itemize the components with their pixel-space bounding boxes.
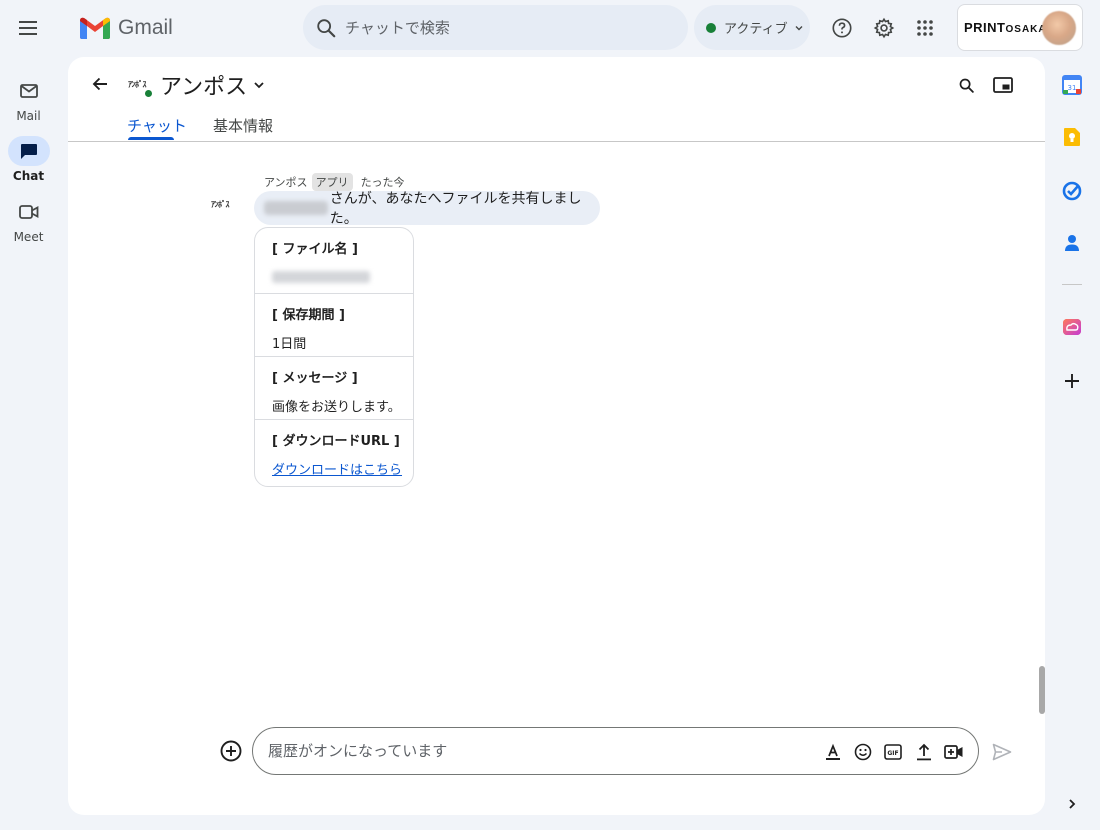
format-text-button[interactable] xyxy=(821,740,845,764)
tasks-icon xyxy=(1062,181,1082,201)
rail-item-chat[interactable]: Chat xyxy=(0,136,57,183)
gmail-m-icon xyxy=(80,17,110,39)
rail-item-meet[interactable]: Meet xyxy=(0,197,57,244)
top-bar: Gmail アクティブ PRINTOSAKA xyxy=(0,0,1100,56)
meet-icon xyxy=(8,197,50,227)
hamburger-icon xyxy=(19,21,37,35)
gmail-logo[interactable]: Gmail xyxy=(80,12,173,44)
message-text: さんが、あなたへファイルを共有しました。 xyxy=(329,191,582,227)
tasks-button[interactable] xyxy=(1060,179,1084,203)
search-in-space-button[interactable] xyxy=(952,71,980,99)
card-section-message: [ メッセージ ] 画像をお送りします。 xyxy=(255,356,413,419)
redacted-filename xyxy=(272,271,370,283)
download-link[interactable]: ダウンロードはこちら xyxy=(272,463,402,478)
card-value-retention: 1日間 xyxy=(272,337,307,352)
send-icon xyxy=(992,743,1012,761)
message-composer[interactable]: GIF xyxy=(252,727,979,775)
keep-icon xyxy=(1064,128,1080,146)
chevron-down-icon xyxy=(795,25,803,30)
gif-icon: GIF xyxy=(884,744,902,760)
status-label: アクティブ xyxy=(724,22,788,37)
plus-icon xyxy=(1065,374,1079,388)
scrollbar-thumb[interactable] xyxy=(1039,666,1045,714)
chevron-down-icon xyxy=(254,82,264,89)
add-plus-circle-icon[interactable] xyxy=(219,739,243,763)
help-button[interactable] xyxy=(826,12,858,44)
rail-label-mail: Mail xyxy=(16,109,41,123)
video-meeting-button[interactable] xyxy=(942,740,966,764)
avatar[interactable] xyxy=(1042,11,1076,45)
keep-button[interactable] xyxy=(1060,125,1084,149)
rail-label-chat: Chat xyxy=(12,169,45,183)
search-icon[interactable] xyxy=(315,17,337,39)
card-section-retention: [ 保存期間 ] 1日間 xyxy=(255,293,413,356)
card-section-download: [ ダウンロードURL ] ダウンロードはこちら xyxy=(255,419,413,485)
account-switcher[interactable]: PRINTOSAKA xyxy=(957,4,1083,51)
apps-button[interactable] xyxy=(909,12,941,44)
chat-panel: ｱﾝﾎﾟｽ アンポス チャット 基本情報 ｱﾝﾎﾟｽ アンポス アプリ たった今… xyxy=(68,57,1045,815)
file-share-card: [ ファイル名 ] [ 保存期間 ] 1日間 [ メッセージ ] 画像をお送りし… xyxy=(254,227,414,487)
tab-chat[interactable]: チャット xyxy=(127,115,187,136)
search-input[interactable] xyxy=(345,18,645,37)
message-input[interactable] xyxy=(268,742,808,760)
apps-grid-icon xyxy=(917,20,933,36)
card-title-filename: [ ファイル名 ] xyxy=(272,242,358,257)
arrow-left-icon xyxy=(92,77,107,91)
search-bar[interactable] xyxy=(303,5,688,50)
side-panel-divider xyxy=(1062,284,1082,285)
space-header: ｱﾝﾎﾟｽ アンポス チャット 基本情報 xyxy=(68,57,1045,142)
send-button[interactable] xyxy=(989,739,1015,765)
space-name: アンポス xyxy=(160,75,248,100)
get-addons-button[interactable] xyxy=(1060,369,1084,393)
active-tab-indicator xyxy=(128,137,174,140)
online-indicator xyxy=(144,89,153,98)
back-button[interactable] xyxy=(86,70,114,98)
addon-button[interactable] xyxy=(1060,315,1084,339)
format-text-icon xyxy=(826,743,840,760)
status-dot xyxy=(706,22,716,33)
settings-button[interactable] xyxy=(868,12,900,44)
right-side-panel: 31 xyxy=(1052,56,1092,816)
creative-cloud-icon xyxy=(1063,319,1081,335)
space-logo: ｱﾝﾎﾟｽ xyxy=(128,80,147,89)
rail-label-meet: Meet xyxy=(13,230,44,244)
calendar-icon: 31 xyxy=(1062,75,1082,95)
account-brand-logo: PRINTOSAKA xyxy=(964,20,1047,35)
chat-icon xyxy=(7,136,50,166)
picture-in-picture-icon xyxy=(993,77,1013,93)
card-section-filename: [ ファイル名 ] xyxy=(255,228,413,293)
rail-item-mail[interactable]: Mail xyxy=(0,76,57,123)
search-icon xyxy=(959,78,974,93)
card-value-message: 画像をお送りします。 xyxy=(272,400,401,415)
help-icon xyxy=(832,18,852,38)
app-name: Gmail xyxy=(118,16,173,39)
calendar-button[interactable]: 31 xyxy=(1060,73,1084,97)
sender-name[interactable]: アンポス xyxy=(264,174,308,190)
expand-side-panel-button[interactable] xyxy=(1060,792,1084,816)
card-title-retention: [ 保存期間 ] xyxy=(272,308,345,323)
pop-out-button[interactable] xyxy=(989,71,1017,99)
card-title-download: [ ダウンロードURL ] xyxy=(272,434,400,449)
space-name-menu[interactable]: アンポス xyxy=(160,69,265,101)
contacts-icon xyxy=(1065,235,1079,251)
emoji-icon xyxy=(854,743,872,761)
gear-icon xyxy=(873,17,895,39)
contacts-button[interactable] xyxy=(1060,231,1084,255)
svg-text:31: 31 xyxy=(1068,84,1077,92)
mail-icon xyxy=(8,76,50,106)
emoji-button[interactable] xyxy=(851,740,875,764)
status-selector[interactable]: アクティブ xyxy=(694,5,810,50)
tab-info[interactable]: 基本情報 xyxy=(213,115,273,136)
card-title-message: [ メッセージ ] xyxy=(272,371,358,386)
video-add-icon xyxy=(944,745,963,759)
message-bubble: さんが、あなたへファイルを共有しました。 xyxy=(254,191,600,227)
sender-avatar[interactable]: ｱﾝﾎﾟｽ xyxy=(211,199,230,210)
svg-text:GIF: GIF xyxy=(887,750,898,757)
redacted-username xyxy=(264,201,328,215)
chevron-right-icon xyxy=(1069,799,1076,809)
main-menu-button[interactable] xyxy=(13,12,45,44)
upload-icon xyxy=(917,743,931,761)
upload-button[interactable] xyxy=(912,740,936,764)
gif-button[interactable]: GIF xyxy=(881,740,905,764)
